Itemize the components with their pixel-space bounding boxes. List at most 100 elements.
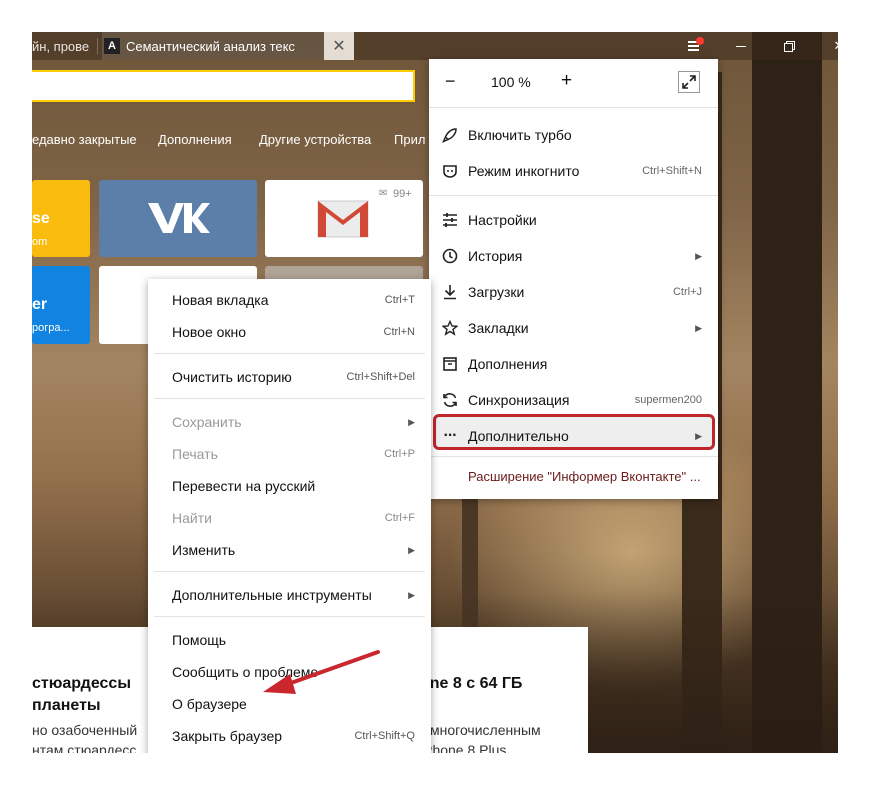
ctx-label: Печать: [172, 446, 218, 462]
menu-item-label: Загрузки: [468, 284, 525, 300]
menu-separator: [429, 195, 718, 196]
tile-yellow[interactable]: se om: [32, 180, 90, 257]
ctx-new-window[interactable]: Новое окно Ctrl+N: [148, 316, 431, 348]
minimize-button[interactable]: [718, 32, 764, 60]
zoom-out-button[interactable]: −: [445, 71, 456, 92]
zoom-level: 100 %: [491, 74, 531, 90]
ctx-about-browser[interactable]: О браузере: [148, 688, 431, 720]
tab-separator: [97, 38, 98, 54]
news-text: но озабоченный: [32, 722, 138, 738]
close-icon: ✕: [834, 38, 838, 54]
sync-account-name: supermen200: [634, 394, 702, 406]
tile-title: se: [32, 210, 50, 227]
ctx-label: Новая вкладка: [172, 292, 269, 308]
news-text: многочисленным: [430, 722, 541, 738]
ctx-label: Дополнительные инструменты: [172, 587, 372, 603]
menu-item-label: Режим инкогнито: [468, 163, 580, 179]
ctx-report-problem[interactable]: Сообщить о проблеме: [148, 656, 431, 688]
menu-item-history[interactable]: История ▶: [429, 238, 718, 274]
tab-active[interactable]: A Семантический анализ текс: [102, 32, 324, 60]
news-card-right[interactable]: one 8 с 64 ГБ многочисленным iPhone 8 Pl…: [420, 627, 588, 753]
browser-menu-button[interactable]: [682, 36, 706, 56]
bookmark-extensions[interactable]: Дополнения: [158, 132, 232, 147]
download-icon: [441, 283, 459, 301]
ctx-label: Новое окно: [172, 324, 247, 340]
menu-item-extension-informer[interactable]: Расширение "Информер Вконтакте" ...: [429, 459, 718, 493]
menu-item-label: Синхронизация: [468, 392, 570, 408]
menu-item-downloads[interactable]: Загрузки Ctrl+J: [429, 274, 718, 310]
fullscreen-button[interactable]: [678, 71, 700, 93]
menu-item-label: Включить турбо: [468, 127, 572, 143]
zoom-row: − 100 % +: [429, 59, 718, 107]
tile-subtitle: рогра...: [32, 322, 70, 334]
menu-item-more[interactable]: ··· Дополнительно ▶: [429, 418, 718, 454]
menu-item-sync[interactable]: Синхронизация supermen200: [429, 382, 718, 418]
browser-main-menu: − 100 % + Включить турбо Режим инкогнито…: [429, 59, 718, 499]
menu-separator: [429, 107, 718, 108]
ctx-clear-history[interactable]: Очистить историю Ctrl+Shift+Del: [148, 361, 431, 393]
tab-close-icon[interactable]: ✕: [324, 32, 354, 60]
ctx-new-tab[interactable]: Новая вкладка Ctrl+T: [148, 284, 431, 316]
menu-item-label: Настройки: [468, 212, 537, 228]
menu-item-label: Дополнительно: [468, 428, 569, 444]
ctx-label: Найти: [172, 510, 212, 526]
restore-button[interactable]: [766, 32, 812, 60]
news-text: нтам стюардесс: [32, 742, 137, 753]
vk-logo-icon: [148, 203, 210, 233]
zoom-in-button[interactable]: +: [561, 70, 572, 92]
fullscreen-icon: [682, 75, 696, 89]
menu-item-incognito[interactable]: Режим инкогнито Ctrl+Shift+N: [429, 153, 718, 189]
chevron-right-icon: ▶: [408, 589, 415, 600]
ctx-help[interactable]: Помощь: [148, 624, 431, 656]
menu-separator: [429, 456, 718, 457]
star-icon: [441, 319, 459, 337]
ctx-close-browser[interactable]: Закрыть браузер Ctrl+Shift+Q: [148, 720, 431, 752]
menu-item-settings[interactable]: Настройки: [429, 202, 718, 238]
ctx-save[interactable]: Сохранить ▶: [148, 406, 431, 438]
menu-item-bookmarks[interactable]: Закладки ▶: [429, 310, 718, 346]
menu-item-turbo[interactable]: Включить турбо: [429, 117, 718, 153]
ctx-label: Помощь: [172, 632, 227, 648]
ctx-shortcut: Ctrl+T: [384, 294, 415, 306]
tab-previous[interactable]: йн, прове: [32, 32, 96, 60]
menu-item-label: Закладки: [468, 320, 529, 336]
ctx-edit[interactable]: Изменить ▶: [148, 534, 431, 566]
chevron-right-icon: ▶: [408, 416, 415, 427]
sync-icon: [441, 391, 459, 409]
restore-icon: [783, 40, 795, 52]
settings-sliders-icon: [441, 211, 459, 229]
menu-separator: [154, 398, 425, 399]
ctx-label: Закрыть браузер: [172, 728, 283, 744]
menu-separator: [154, 616, 425, 617]
news-text: iPhone 8 Plus: [420, 742, 507, 753]
ctx-find[interactable]: Найти Ctrl+F: [148, 502, 431, 534]
bookmark-apps[interactable]: Прил: [394, 132, 425, 147]
bookmark-other-devices[interactable]: Другие устройства: [259, 132, 371, 147]
ctx-more-tools[interactable]: Дополнительные инструменты ▶: [148, 579, 431, 611]
ctx-label: Перевести на русский: [172, 478, 316, 494]
menu-separator: [154, 571, 425, 572]
tile-blue[interactable]: er рогра...: [32, 266, 90, 344]
ctx-print[interactable]: Печать Ctrl+P: [148, 438, 431, 470]
close-window-button[interactable]: ✕: [816, 32, 838, 60]
ctx-shortcut: Ctrl+P: [384, 448, 415, 460]
address-bar[interactable]: [32, 70, 415, 102]
tab-title: Семантический анализ текс: [126, 38, 295, 54]
extension-label: Расширение "Информер Вконтакте" ...: [468, 468, 701, 484]
tab-bar: йн, прове A Семантический анализ текс ✕ …: [32, 32, 838, 60]
ctx-translate[interactable]: Перевести на русский: [148, 470, 431, 502]
incognito-icon: [441, 162, 459, 180]
hamburger-icon: [688, 49, 699, 51]
tile-gmail[interactable]: ✉ 99+: [265, 180, 423, 257]
tile-vk[interactable]: [99, 180, 257, 257]
menu-item-shortcut: Ctrl+J: [672, 286, 702, 298]
ctx-shortcut: Ctrl+N: [383, 326, 415, 338]
menu-item-extensions[interactable]: Дополнения: [429, 346, 718, 382]
bookmark-recently-closed[interactable]: едавно закрытые: [32, 132, 137, 147]
menu-item-shortcut: Ctrl+Shift+N: [642, 165, 702, 177]
more-dots-icon: ···: [443, 427, 458, 444]
chevron-right-icon: ▶: [695, 430, 702, 441]
menu-item-label: Дополнения: [468, 356, 548, 372]
chevron-right-icon: ▶: [695, 250, 702, 261]
tab-favicon-icon: A: [104, 38, 120, 54]
